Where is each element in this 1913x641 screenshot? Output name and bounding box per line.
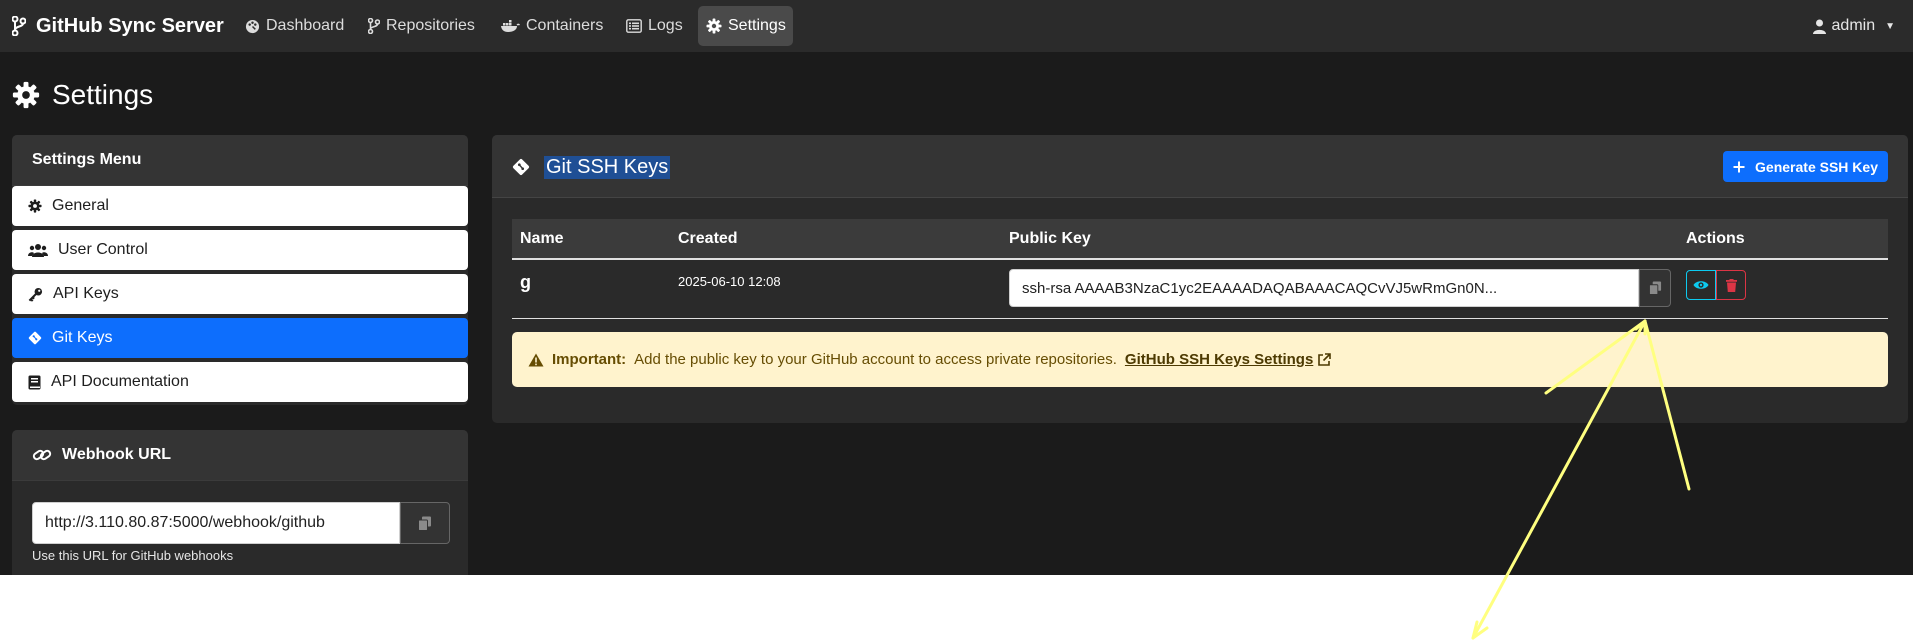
ssh-keys-panel: Git SSH Keys Generate SSH Key Name Creat… bbox=[492, 135, 1908, 423]
user-name: admin bbox=[1831, 17, 1876, 34]
nav-repositories-label: Repositories bbox=[386, 17, 475, 34]
copy-icon bbox=[1648, 281, 1661, 295]
page-title-text: Settings bbox=[52, 79, 154, 110]
webhook-url-group: http://3.110.80.87:5000/webhook/github bbox=[32, 502, 450, 544]
annotation-arrowhead bbox=[1471, 620, 1489, 640]
external-link-icon bbox=[1318, 352, 1332, 366]
view-key-button[interactable] bbox=[1686, 270, 1716, 300]
link-icon bbox=[32, 449, 52, 461]
warning-icon bbox=[528, 353, 544, 366]
important-alert: Important: Add the public key to your Gi… bbox=[512, 332, 1888, 387]
copy-webhook-button[interactable] bbox=[400, 502, 450, 544]
menu-item-label: Git Keys bbox=[52, 329, 113, 346]
menu-item-user-control[interactable]: User Control bbox=[12, 230, 468, 270]
gear-icon bbox=[12, 81, 40, 109]
menu-item-label: API Documentation bbox=[51, 373, 189, 390]
menu-item-api-documentation[interactable]: API Documentation bbox=[12, 362, 468, 402]
webhook-help-text: Use this URL for GitHub webhooks bbox=[32, 548, 234, 563]
table-header: Name Created Public Key Actions bbox=[512, 219, 1888, 260]
brand[interactable]: GitHub Sync Server bbox=[12, 13, 224, 39]
public-key-input[interactable]: ssh-rsa AAAAB3NzaC1yc2EAAAADAQABAAACAQCv… bbox=[1009, 269, 1639, 307]
menu-item-git-keys[interactable]: Git Keys bbox=[12, 318, 468, 358]
app-window: GitHub Sync Server Dashboard Repositorie… bbox=[0, 0, 1913, 575]
nav-dashboard[interactable]: Dashboard bbox=[237, 6, 352, 46]
github-ssh-settings-link[interactable]: GitHub SSH Keys Settings bbox=[1124, 351, 1332, 368]
docker-icon bbox=[501, 20, 520, 32]
menu-item-label: General bbox=[52, 197, 109, 214]
nav-containers-label: Containers bbox=[526, 17, 604, 34]
git-icon bbox=[512, 158, 530, 176]
nav-logs-label: Logs bbox=[648, 17, 683, 34]
nav-settings-label: Settings bbox=[728, 17, 786, 34]
page-title: Settings bbox=[12, 78, 153, 112]
trash-icon bbox=[1725, 278, 1737, 292]
ssh-keys-title-text: Git SSH Keys bbox=[544, 155, 671, 179]
nav-repositories[interactable]: Repositories bbox=[360, 6, 483, 46]
nav-logs[interactable]: Logs bbox=[618, 6, 691, 46]
top-navbar: GitHub Sync Server Dashboard Repositorie… bbox=[0, 0, 1913, 52]
eye-icon bbox=[1693, 281, 1709, 289]
nav-settings[interactable]: Settings bbox=[698, 6, 793, 46]
settings-menu: Settings Menu General User Control API K… bbox=[12, 135, 468, 405]
public-key-group: ssh-rsa AAAAB3NzaC1yc2EAAAADAQABAAACAQCv… bbox=[1009, 269, 1671, 307]
key-created: 2025-06-10 12:08 bbox=[678, 274, 781, 289]
alert-strong: Important: bbox=[552, 351, 627, 368]
column-actions: Actions bbox=[1686, 230, 1745, 247]
nav-containers[interactable]: Containers bbox=[492, 6, 611, 46]
users-icon bbox=[28, 244, 48, 257]
menu-item-general[interactable]: General bbox=[12, 186, 468, 226]
generate-ssh-key-label: Generate SSH Key bbox=[1755, 158, 1878, 175]
nav-dashboard-label: Dashboard bbox=[266, 17, 345, 34]
webhook-panel: Webhook URL http://3.110.80.87:5000/webh… bbox=[12, 430, 468, 575]
ssh-keys-title: Git SSH Keys bbox=[512, 153, 671, 181]
alert-text: Add the public key to your GitHub accoun… bbox=[634, 351, 1117, 368]
list-icon bbox=[626, 19, 642, 33]
webhook-header: Webhook URL bbox=[12, 430, 468, 481]
git-icon bbox=[28, 331, 42, 345]
ssh-keys-header: Git SSH Keys Generate SSH Key bbox=[492, 135, 1908, 198]
generate-ssh-key-button[interactable]: Generate SSH Key bbox=[1723, 151, 1888, 182]
book-icon bbox=[28, 375, 41, 389]
menu-item-label: User Control bbox=[58, 241, 148, 258]
webhook-header-label: Webhook URL bbox=[62, 446, 172, 463]
key-name: g bbox=[520, 272, 531, 292]
gear-icon bbox=[28, 199, 42, 213]
delete-key-button[interactable] bbox=[1716, 270, 1746, 300]
plus-icon bbox=[1733, 161, 1745, 172]
user-menu[interactable]: admin ▼ bbox=[1812, 6, 1895, 46]
key-icon bbox=[28, 287, 43, 302]
brand-name: GitHub Sync Server bbox=[36, 14, 224, 37]
github-ssh-settings-link-label: GitHub SSH Keys Settings bbox=[1124, 351, 1314, 368]
user-icon bbox=[1812, 19, 1826, 34]
webhook-url-input[interactable]: http://3.110.80.87:5000/webhook/github bbox=[32, 502, 400, 544]
table-row: g 2025-06-10 12:08 ssh-rsa AAAAB3NzaC1yc… bbox=[512, 262, 1888, 319]
menu-item-api-keys[interactable]: API Keys bbox=[12, 274, 468, 314]
column-name: Name bbox=[520, 230, 564, 247]
gear-icon bbox=[706, 18, 722, 34]
copy-public-key-button[interactable] bbox=[1639, 269, 1671, 307]
settings-menu-header: Settings Menu bbox=[12, 135, 468, 186]
palette-icon bbox=[245, 19, 260, 33]
column-public-key: Public Key bbox=[1009, 230, 1091, 247]
git-branch-icon bbox=[12, 16, 26, 36]
menu-item-label: API Keys bbox=[53, 285, 119, 302]
column-created: Created bbox=[678, 230, 738, 247]
branch-icon bbox=[368, 18, 380, 34]
copy-icon bbox=[418, 516, 431, 531]
caret-down-icon: ▼ bbox=[1885, 20, 1895, 32]
